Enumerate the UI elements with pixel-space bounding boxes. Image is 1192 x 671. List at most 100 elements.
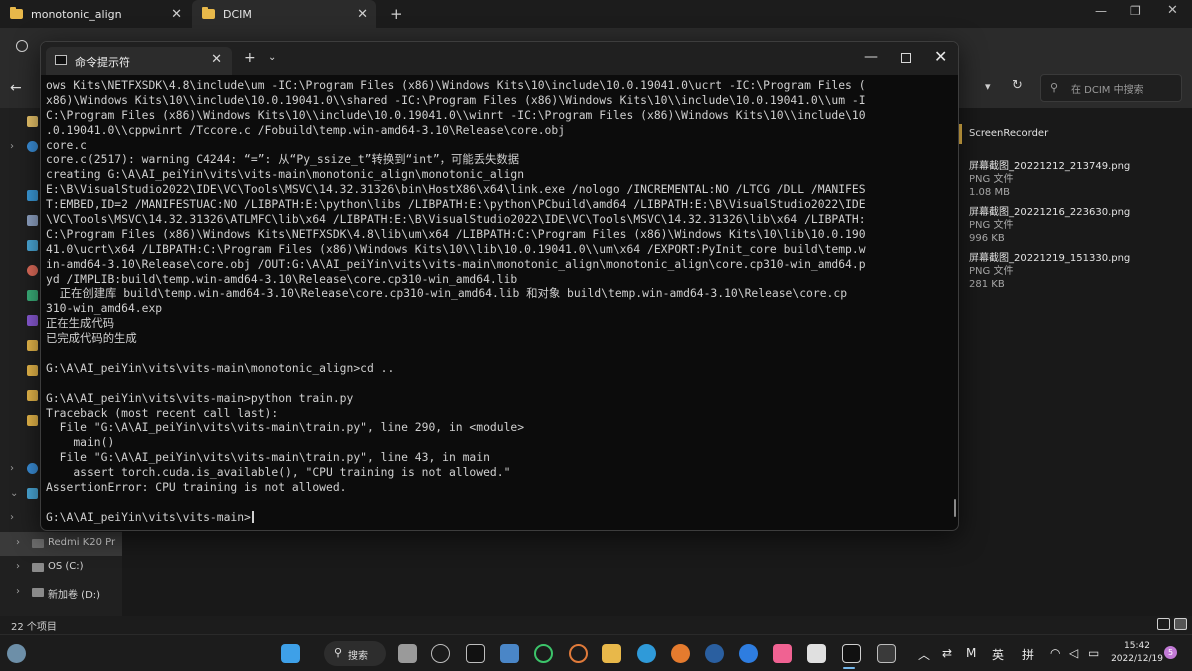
new-tab-icon[interactable]: +	[390, 5, 403, 23]
close-icon[interactable]: ✕	[171, 7, 182, 22]
edge-icon[interactable]	[637, 644, 656, 663]
new-tab-icon[interactable]: +	[244, 50, 256, 66]
downloads-icon[interactable]	[27, 290, 38, 301]
file-name: 屏幕截图_20221212_213749.png	[969, 161, 1131, 172]
tray-settings-icon[interactable]: ⇄	[942, 646, 952, 660]
minimize-icon[interactable]: —	[1095, 4, 1107, 18]
terminal-line: T:EMBED,ID=2 /MANIFESTUAC:NO /LIBPATH:E:…	[46, 197, 866, 212]
desktop-icon[interactable]	[27, 190, 38, 201]
tray-overflow-icon[interactable]: ︿	[918, 646, 930, 663]
home-icon[interactable]	[27, 116, 38, 127]
terminal-line: core.c	[46, 137, 87, 152]
task-view-icon[interactable]	[398, 644, 417, 663]
blender-icon[interactable]	[671, 644, 690, 663]
app-k-icon[interactable]	[739, 644, 758, 663]
app-pink-icon[interactable]	[773, 644, 792, 663]
terminal-tab[interactable]: 命令提示符 ✕	[46, 47, 232, 75]
tab-label: monotonic_align	[31, 7, 122, 21]
close-window-icon[interactable]: ✕	[1167, 3, 1178, 18]
taskbar-clock[interactable]: 15:42 2022/12/19	[1108, 640, 1166, 666]
ime-mode[interactable]: 拼	[1022, 646, 1034, 663]
close-icon[interactable]: ✕	[357, 7, 368, 22]
this-pc-icon[interactable]	[27, 488, 38, 499]
steam-icon[interactable]	[705, 644, 724, 663]
ime-language[interactable]: 英	[992, 646, 1004, 663]
battery-icon[interactable]: ▭	[1088, 646, 1099, 660]
chevron-right-icon[interactable]: ›	[10, 512, 14, 523]
close-icon[interactable]: ✕	[211, 52, 222, 67]
chevron-right-icon[interactable]: ›	[10, 463, 14, 474]
wifi-icon[interactable]: ◠	[1050, 646, 1060, 660]
explorer-tab-dcim[interactable]: DCIM ✕	[192, 0, 376, 28]
terminal-app-icon[interactable]	[466, 644, 485, 663]
sidebar-item-redmi-k20[interactable]: › Redmi K20 Pr	[0, 532, 122, 556]
terminal-line: yd /IMPLIB:build\temp.win-amd64-3.10\Rel…	[46, 271, 518, 286]
file-item[interactable]: 屏幕截图_20221216_223630.png PNG 文件 996 KB	[969, 206, 1130, 245]
file-explorer-icon[interactable]	[602, 644, 621, 663]
terminal-line: E:\B\VisualStudio2022\IDE\VC\Tools\MSVC\…	[46, 182, 866, 197]
cloud-icon[interactable]	[27, 141, 38, 152]
taskbar-search-button[interactable]: ⚲ 搜索	[324, 641, 386, 666]
search-input[interactable]: ⚲ 在 DCIM 中搜索	[1040, 74, 1182, 102]
file-item[interactable]: 屏幕截图_20221219_151330.png PNG 文件 281 KB	[969, 252, 1130, 291]
start-icon[interactable]	[281, 644, 300, 663]
file-size: 996 KB	[969, 233, 1005, 244]
minimize-icon[interactable]: —	[864, 49, 878, 65]
explorer-tab-monotonic-align[interactable]: monotonic_align ✕	[0, 0, 190, 28]
maximize-icon[interactable]	[901, 53, 911, 63]
terminal-line: x86)\Windows Kits\10\\include\10.0.19041…	[46, 92, 866, 107]
terminal-output[interactable]: ows Kits\NETFXSDK\4.8\include\um -IC:\Pr…	[46, 78, 946, 530]
refresh-icon[interactable]: ↻	[1012, 78, 1023, 93]
sidebar-item-os-c[interactable]: › OS (C:)	[0, 556, 122, 580]
clock-date: 2022/12/19	[1111, 654, 1163, 664]
terminal-line: 正在生成代码	[46, 316, 115, 331]
maximize-icon[interactable]: ❐	[1130, 4, 1141, 18]
videos-icon[interactable]	[27, 315, 38, 326]
folder-item-screenrecorder[interactable]: ScreenRecorder	[969, 128, 1048, 139]
chevron-right-icon[interactable]: ›	[16, 537, 20, 548]
notification-badge[interactable]: 5	[1164, 646, 1177, 659]
folder-icon[interactable]	[27, 390, 38, 401]
widgets-icon[interactable]	[7, 644, 26, 663]
volume-icon[interactable]: ◁	[1069, 646, 1078, 660]
terminal-window: 命令提示符 ✕ + ⌄ — ✕ ows Kits\NETFXSDK\4.8\in…	[40, 41, 959, 531]
tiles-view-icon[interactable]	[1174, 618, 1187, 630]
file-item[interactable]: 屏幕截图_20221212_213749.png PNG 文件 1.08 MB	[969, 160, 1130, 199]
back-arrow-icon[interactable]: ←	[10, 80, 22, 96]
app-m-icon[interactable]	[807, 644, 826, 663]
close-window-icon[interactable]: ✕	[934, 47, 947, 66]
taskbar: ⚲ 搜索 ︿ ⇄ M 英 拼 ◠ ◁ ▭ 15:42 2022/12/19 5	[0, 634, 1192, 671]
tray-app-icon[interactable]: M	[966, 646, 976, 660]
chevron-down-icon[interactable]: ⌄	[268, 52, 276, 63]
cmd-taskbar-icon[interactable]	[842, 644, 861, 663]
app-calendar-icon[interactable]	[877, 644, 896, 663]
chevron-right-icon[interactable]: ›	[10, 141, 14, 152]
folder-icon[interactable]	[27, 415, 38, 426]
terminal-line: AssertionError: CPU training is not allo…	[46, 480, 347, 495]
chevron-right-icon[interactable]: ›	[16, 561, 20, 572]
terminal-line: 41.0\ucrt\x64 /LIBPATH:C:\Program Files …	[46, 241, 866, 256]
chevron-right-icon[interactable]: ›	[16, 586, 20, 597]
app-green-icon[interactable]	[534, 644, 553, 663]
pictures-icon[interactable]	[27, 240, 38, 251]
terminal-line: File "G:\A\AI_peiYin\vits\vits-main\trai…	[46, 450, 490, 465]
search-icon: ⚲	[1050, 81, 1059, 94]
details-view-icon[interactable]	[1157, 618, 1170, 630]
terminal-line: assert torch.cuda.is_available(), "CPU t…	[46, 465, 511, 480]
file-type: PNG 文件	[969, 220, 1014, 231]
cloud-icon[interactable]	[27, 463, 38, 474]
photos-icon[interactable]	[500, 644, 519, 663]
sidebar-item-new-volume-d[interactable]: › 新加卷 (D:)	[0, 581, 122, 605]
music-icon[interactable]	[27, 265, 38, 276]
new-item-icon[interactable]	[16, 40, 28, 52]
folder-icon[interactable]	[27, 340, 38, 351]
scrollbar-thumb[interactable]	[954, 499, 956, 517]
chevron-down-icon[interactable]: ▾	[985, 80, 991, 93]
dell-icon[interactable]	[431, 644, 450, 663]
chevron-down-icon[interactable]: ⌄	[10, 488, 18, 499]
folder-icon[interactable]	[27, 365, 38, 376]
documents-icon[interactable]	[27, 215, 38, 226]
app-orange-icon[interactable]	[569, 644, 588, 663]
terminal-line: G:\A\AI_peiYin\vits\vits-main>python tra…	[46, 390, 354, 405]
